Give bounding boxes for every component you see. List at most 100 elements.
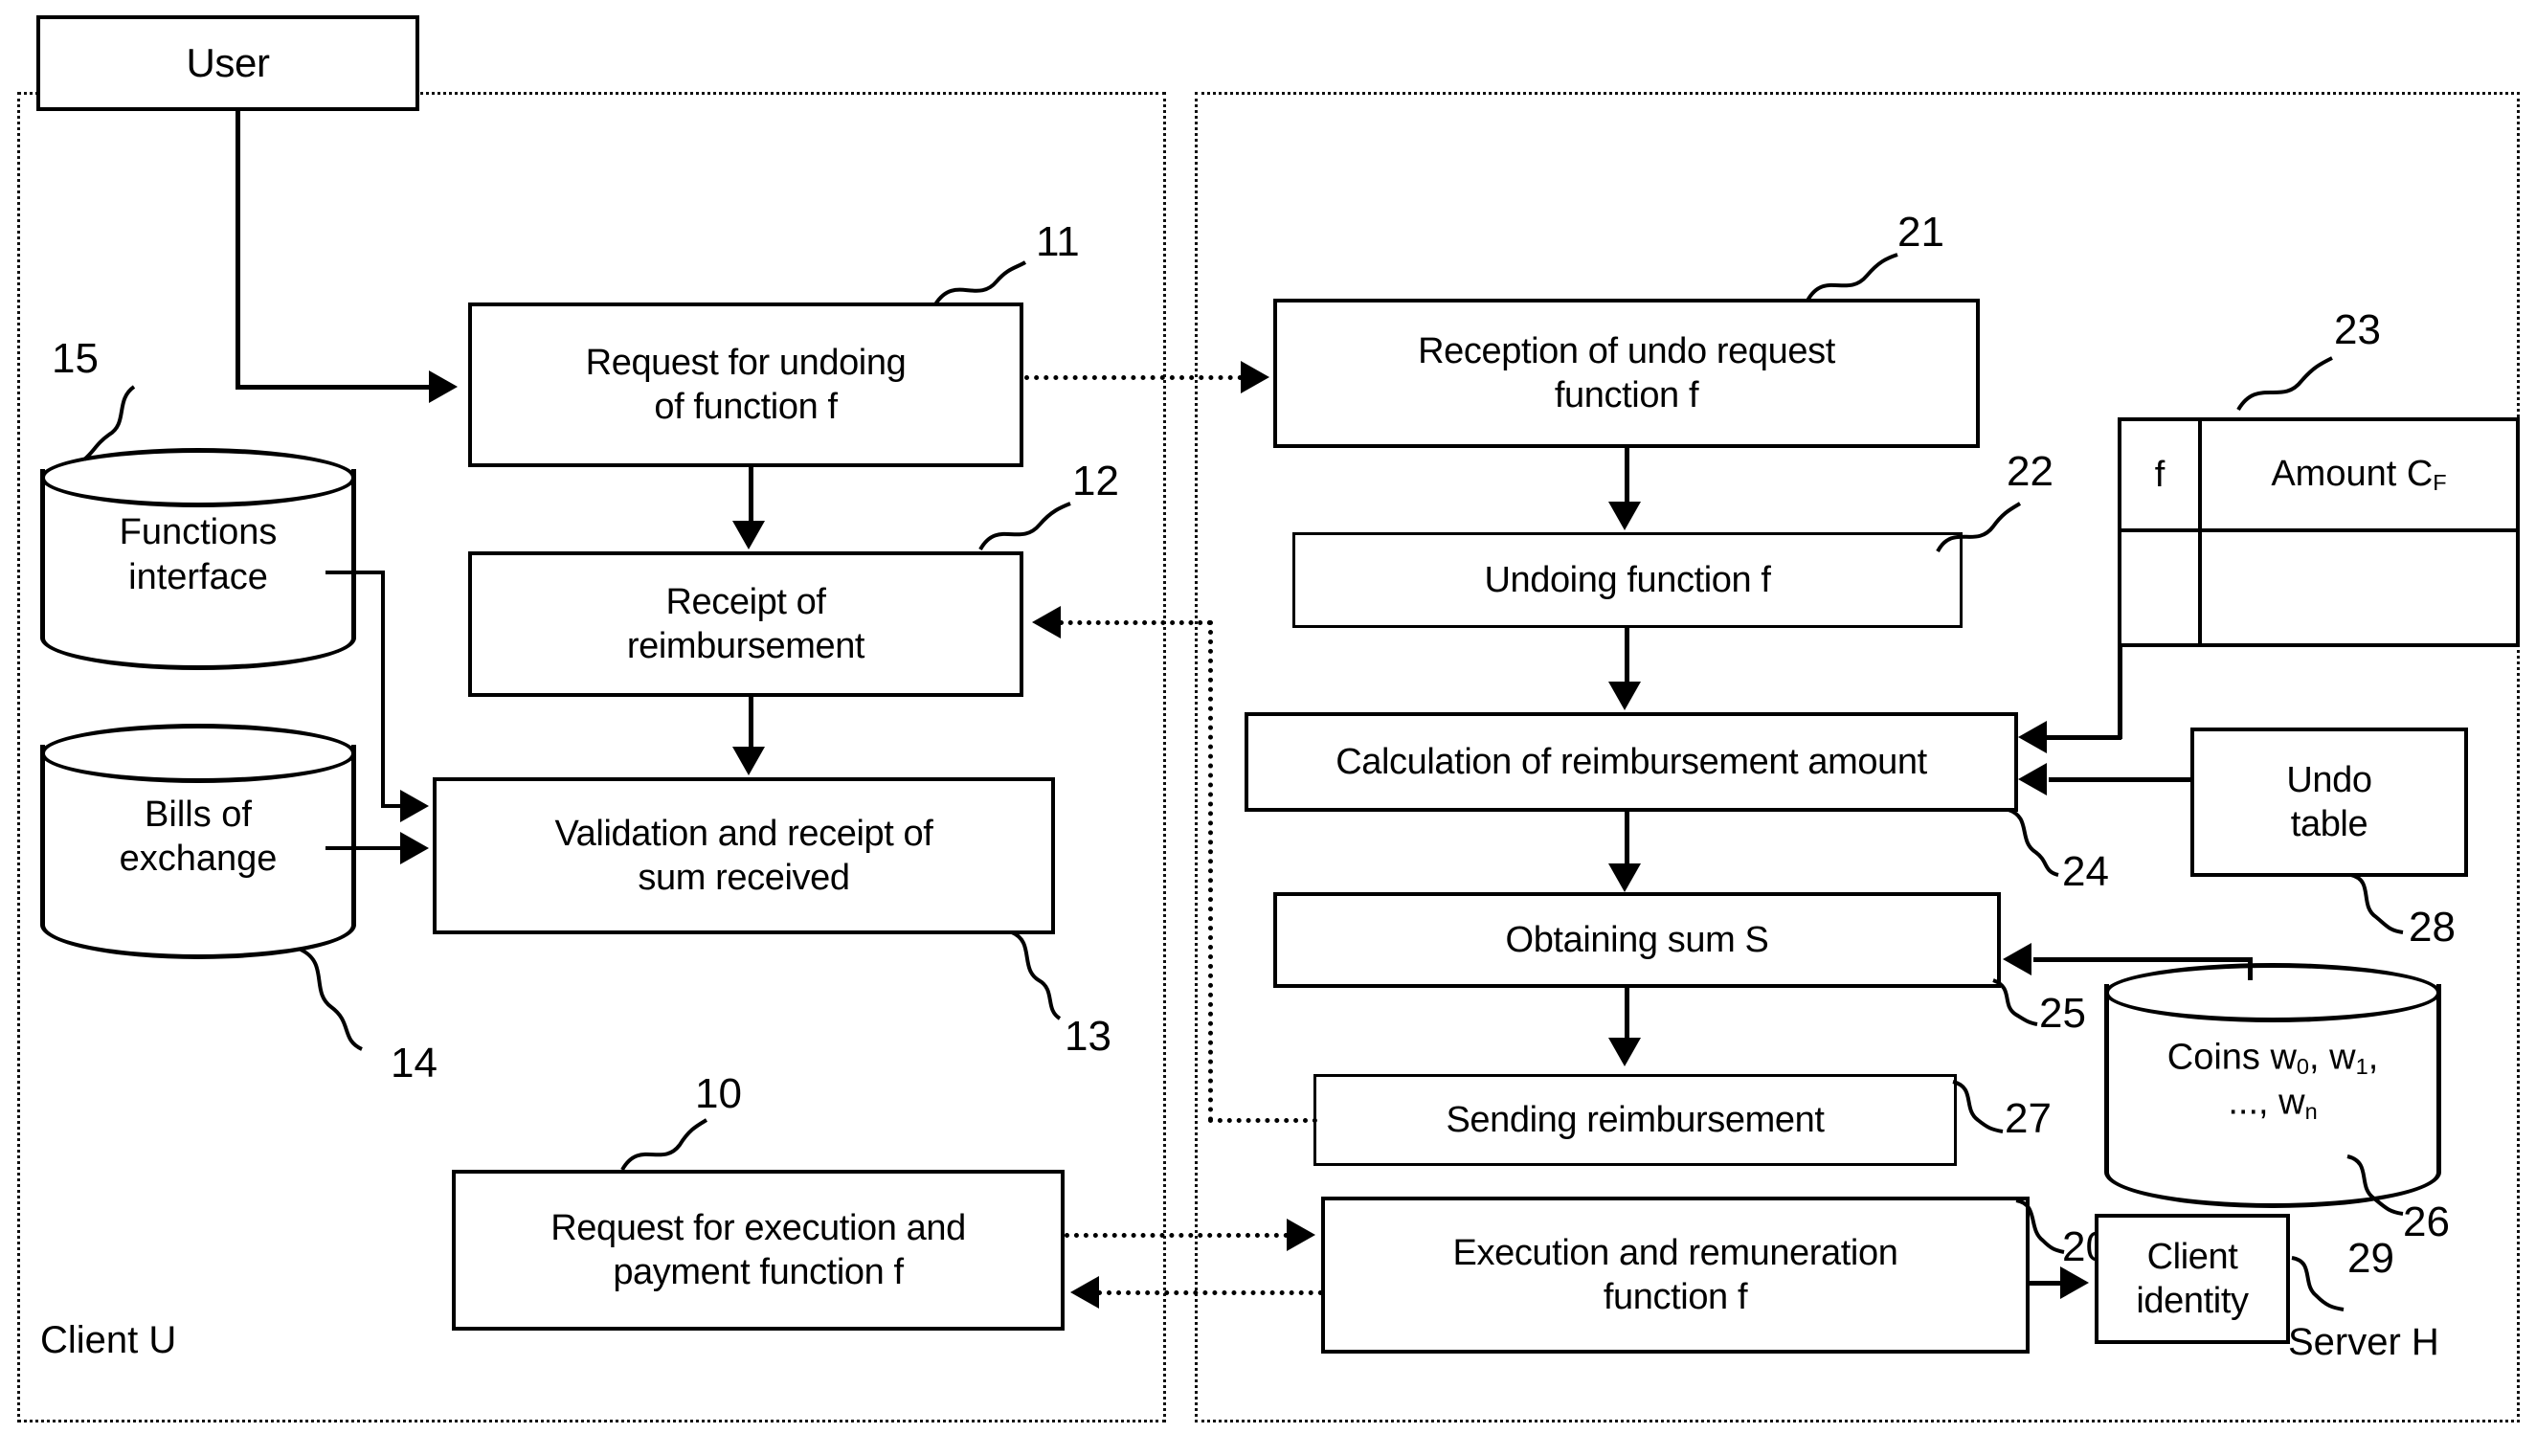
ref-23: 23: [2334, 306, 2381, 353]
box25-to-box27-vline: [1625, 988, 1629, 1043]
ref-10: 10: [695, 1070, 742, 1117]
table23-to-box24-arrowhead: [2018, 721, 2047, 753]
client-box-validation-receipt-line1: Validation and receipt of: [554, 813, 933, 854]
link-box20-to-box10: [1097, 1290, 1323, 1295]
coins-cylinder-top: [2104, 963, 2441, 1022]
client-box-request-execution-line2: payment function f: [613, 1252, 904, 1292]
client-box-receipt-reimbursement-line1: Receipt of: [665, 581, 826, 622]
server-box-undoing-function: Undoing function f: [1292, 532, 1963, 628]
client-box-request-undo-line1: Request for undoing: [585, 342, 907, 383]
coins-line2: ..., wn: [2228, 1082, 2318, 1124]
server-panel-label: Server H: [2288, 1321, 2439, 1363]
ref-22: 22: [2007, 448, 2053, 495]
link-box27-to-box12-vline: [1208, 620, 1213, 1122]
ref-21: 21: [1897, 209, 1944, 256]
client-box-validation-receipt: Validation and receipt of sum received: [433, 777, 1055, 934]
link-box11-to-box21-arrowhead: [1241, 361, 1269, 393]
server-box-calculation-reimbursement-label: Calculation of reimbursement amount: [1335, 741, 1927, 782]
server-box-reception-undo-line1: Reception of undo request: [1418, 330, 1835, 371]
client-box-request-execution-line1: Request for execution and: [550, 1207, 966, 1248]
bills-of-exchange-line1: Bills of: [145, 794, 252, 835]
client-box-receipt-reimbursement-line2: reimbursement: [626, 626, 865, 666]
server-box-obtaining-sum: Obtaining sum S: [1273, 892, 2001, 988]
ref-26: 26: [2403, 1198, 2450, 1245]
bills-of-exchange-line2: exchange: [119, 839, 278, 880]
ref-24: 24: [2062, 848, 2109, 895]
amount-table-header-amount-sub: F: [2433, 470, 2447, 496]
amount-table-row-amount: [2202, 532, 2516, 643]
link-box11-to-box21: [1024, 375, 1243, 380]
server-box-undo-table: Undo table: [2190, 728, 2468, 877]
server-amount-table: f Amount CF: [2118, 417, 2520, 647]
box21-to-box22-vline: [1625, 448, 1629, 507]
box20-to-client-identity-arrowhead: [2060, 1266, 2089, 1299]
table23-to-box24-hline: [2047, 735, 2121, 740]
coins-to-box25-hline-top: [2102, 957, 2252, 962]
server-box-reception-undo: Reception of undo request function f: [1273, 299, 1980, 448]
client-box-request-undo: Request for undoing of function f: [468, 302, 1023, 467]
ref-12: 12: [1072, 458, 1119, 504]
patent-figure: Client U Server H User Request for undoi…: [0, 0, 2536, 1456]
server-box-client-identity-line1: Client: [2146, 1236, 2238, 1277]
functions-interface-line1: Functions: [119, 512, 278, 553]
user-to-request-vline: [236, 111, 240, 389]
server-box-undo-table-line2: table: [2290, 804, 2368, 844]
ref-13: 13: [1065, 1013, 1111, 1060]
server-box-client-identity: Client identity: [2095, 1214, 2290, 1344]
server-box-execution-remuneration-line1: Execution and remuneration: [1452, 1232, 1898, 1273]
box12-to-box13-vline: [749, 697, 753, 752]
box24-to-box25-arrowhead: [1608, 863, 1641, 892]
undotable-to-box24-hline: [2049, 777, 2194, 782]
client-box-request-execution: Request for execution and payment functi…: [452, 1170, 1065, 1331]
client-box-request-undo-line2: of function f: [654, 387, 838, 427]
server-box-calculation-reimbursement: Calculation of reimbursement amount: [1245, 712, 2018, 812]
server-box-sending-reimbursement: Sending reimbursement: [1313, 1074, 1957, 1166]
functions-interface-line2: interface: [128, 556, 268, 597]
table23-to-box24-vline: [2118, 647, 2122, 739]
user-box-label: User: [186, 40, 270, 86]
user-box: User: [36, 15, 419, 111]
server-box-reception-undo-line2: function f: [1554, 375, 1699, 415]
ref-11: 11: [1036, 218, 1080, 265]
ref-14: 14: [391, 1040, 438, 1086]
client-store-functions-interface: Functions interface: [40, 448, 356, 670]
server-box-client-identity-line2: identity: [2136, 1281, 2249, 1321]
store14-to-box13-arrowhead: [400, 832, 429, 864]
amount-table-header-amount: Amount CF: [2202, 421, 2516, 532]
user-to-request-hline: [236, 385, 432, 390]
amount-table-row-f: [2121, 532, 2202, 643]
coins-line1: Coins w0, w1,: [2166, 1037, 2379, 1079]
box21-to-box22-arrowhead: [1608, 502, 1641, 530]
ref-25: 25: [2039, 990, 2086, 1037]
box12-to-box13-arrowhead: [732, 747, 765, 775]
link-box27-to-box12-hline-upper: [1059, 620, 1212, 625]
user-to-request-arrowhead: [429, 370, 458, 403]
box11-to-box12-vline: [749, 467, 753, 526]
amount-table-header-amount-text: Amount C: [2271, 453, 2434, 494]
coins-to-box25-hline: [2033, 957, 2106, 962]
ref-27: 27: [2005, 1095, 2052, 1142]
server-box-obtaining-sum-label: Obtaining sum S: [1505, 919, 1769, 960]
bills-of-exchange-label: Bills of exchange: [40, 793, 356, 882]
box25-to-box27-arrowhead: [1608, 1038, 1641, 1066]
store15-to-box13-arrowhead: [400, 790, 429, 822]
amount-table-header-f: f: [2121, 421, 2202, 532]
client-panel-label: Client U: [40, 1319, 177, 1361]
ref-29: 29: [2347, 1235, 2394, 1282]
functions-interface-label: Functions interface: [40, 510, 356, 599]
coins-to-box25-arrowhead: [2003, 943, 2031, 975]
link-box10-to-box20-arrowhead: [1287, 1219, 1315, 1251]
client-store-bills-of-exchange: Bills of exchange: [40, 724, 356, 959]
coins-label: Coins w0, w1, ..., wn: [2104, 1036, 2441, 1126]
server-box-sending-reimbursement-label: Sending reimbursement: [1446, 1099, 1825, 1140]
box11-to-box12-arrowhead: [732, 521, 765, 549]
link-box27-to-box12-hline-lower: [1208, 1118, 1317, 1123]
server-box-execution-remuneration-line2: function f: [1603, 1277, 1748, 1317]
bills-of-exchange-cylinder-top: [40, 724, 356, 783]
functions-interface-cylinder-top: [40, 448, 356, 507]
client-box-validation-receipt-line2: sum received: [638, 858, 850, 898]
link-box10-to-box20: [1065, 1233, 1289, 1238]
link-box20-to-box10-arrowhead: [1070, 1276, 1099, 1309]
client-box-receipt-reimbursement: Receipt of reimbursement: [468, 551, 1023, 697]
ref-28: 28: [2409, 904, 2456, 951]
